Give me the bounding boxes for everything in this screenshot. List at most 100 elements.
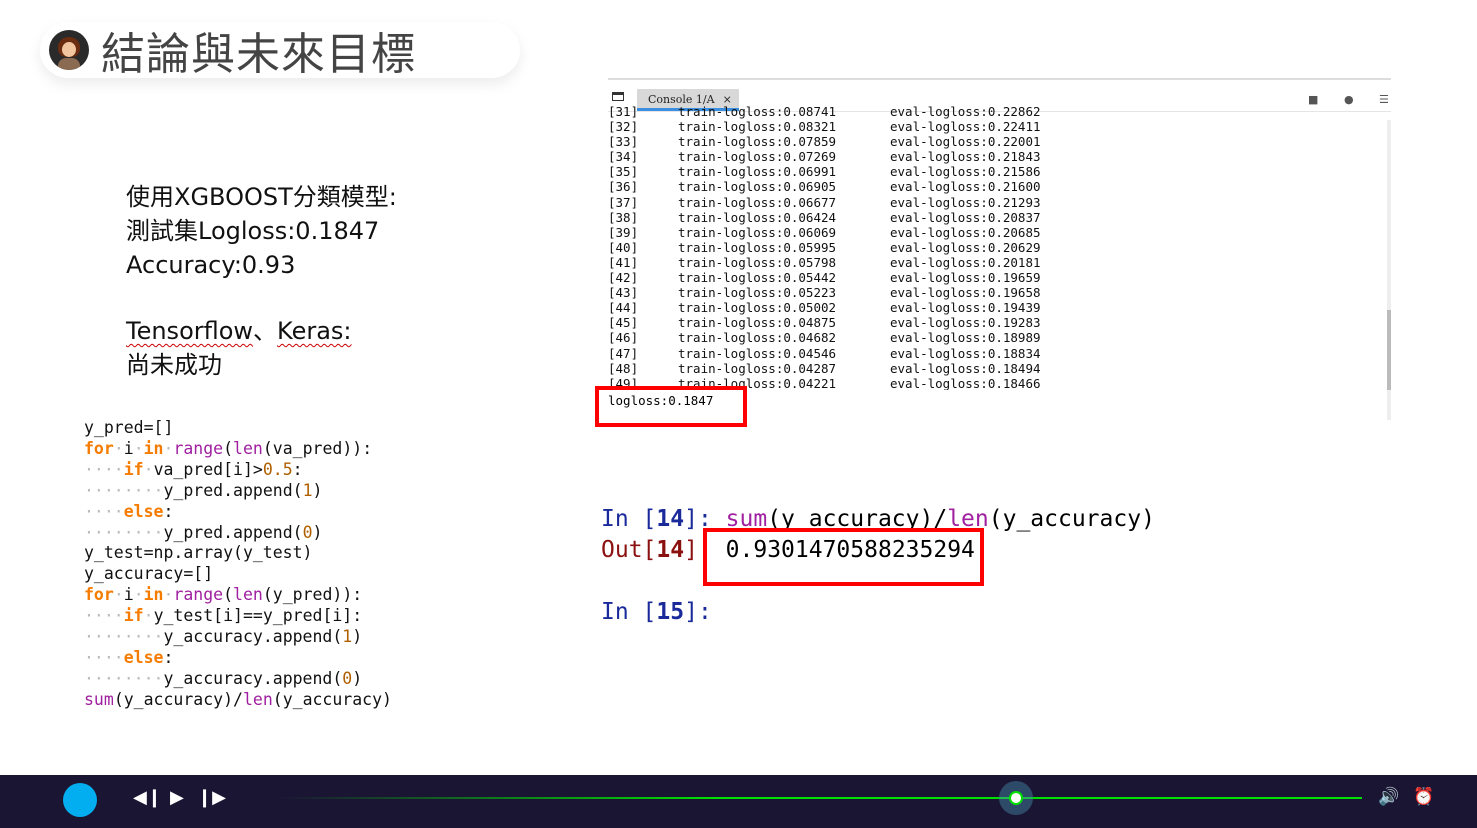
code-line: ····else: [84, 502, 392, 523]
log-cell: [37] [608, 194, 639, 210]
code-line: y_test=np.array(y_test) [84, 543, 392, 564]
log-cell: eval-logloss:0.22411 [890, 119, 1041, 135]
code-token: ···· [84, 606, 124, 626]
log-row: [38] train-logloss:0.06424 eval-logloss:0.… [608, 210, 1383, 225]
code-token: (y_pred)): [262, 585, 363, 605]
tensorflow-label: Tensorflow [126, 317, 254, 345]
log-cell: [39] [608, 224, 639, 240]
log-cell: [31] [608, 104, 639, 119]
code-token: ···· [84, 459, 124, 479]
log-cell: [38] [608, 209, 639, 225]
code-token: len [233, 438, 263, 458]
log-cell: eval-logloss:0.22001 [890, 134, 1041, 150]
code-token: ) [352, 627, 363, 647]
log-cell: [45] [608, 315, 639, 331]
log-row: [47] train-logloss:0.04546 eval-logloss:0.… [608, 346, 1383, 361]
code-token: · [163, 438, 174, 458]
log-row: [32] train-logloss:0.08321 eval-logloss:0.… [608, 119, 1383, 134]
code-line: ····if·va_pred[i]>0.5: [84, 460, 392, 481]
log-cell: train-logloss:0.06905 [678, 179, 837, 195]
window-icon[interactable] [612, 92, 624, 101]
log-cell: [42] [608, 270, 639, 286]
log-cell: eval-logloss:0.20181 [890, 254, 1041, 270]
code-token: in [143, 585, 164, 605]
log-row: [33] train-logloss:0.07859 eval-logloss:0.… [608, 134, 1383, 149]
log-cell: eval-logloss:0.18834 [890, 345, 1041, 361]
log-cell: train-logloss:0.05995 [678, 239, 837, 255]
code-token: ···· [84, 501, 124, 521]
code-token: ) [312, 480, 323, 500]
play-icon[interactable]: ▶ [170, 787, 184, 808]
code-token: 1 [302, 480, 313, 500]
log-cell: train-logloss:0.06424 [678, 209, 837, 225]
log-row: [36] train-logloss:0.06905 eval-logloss:0.… [608, 179, 1383, 194]
code-token: else [123, 501, 164, 521]
log-cell: eval-logloss:0.19439 [890, 300, 1041, 316]
code-token: · [133, 438, 144, 458]
log-cell: train-logloss:0.07859 [678, 134, 837, 150]
log-cell: train-logloss:0.07269 [678, 149, 837, 165]
code-token: range [173, 585, 224, 605]
code-token: : [163, 501, 174, 521]
log-cell: [47] [608, 345, 639, 361]
log-row: [44] train-logloss:0.05002 eval-logloss:0.… [608, 300, 1383, 315]
code-token: y_accuracy.append( [163, 668, 343, 688]
log-cell: train-logloss:0.05442 [678, 270, 837, 286]
presenter-dot[interactable] [63, 783, 97, 817]
summary-text: 使用XGBOOST分類模型: 測試集Logloss:0.1847 Accurac… [126, 180, 397, 382]
log-cell: train-logloss:0.06991 [678, 164, 837, 180]
log-cell: train-logloss:0.05223 [678, 285, 837, 301]
code-line: ········y_pred.append(0) [84, 523, 392, 544]
log-cell: train-logloss:0.04287 [678, 360, 837, 376]
code-snippet: y_pred=[] for·i·in·range(len(va_pred)): ··… [84, 418, 392, 711]
code-token: ········ [84, 522, 164, 542]
code-token: ········ [84, 668, 164, 688]
code-token: (y_accuracy) [272, 689, 392, 709]
log-cell: eval-logloss:0.18466 [890, 375, 1041, 390]
log-cell: train-logloss:0.04875 [678, 315, 837, 331]
code-token: · [163, 585, 174, 605]
code-token: ( [223, 438, 234, 458]
console-log: [31] train-logloss:0.08741 eval-logloss:0.… [608, 104, 1383, 390]
log-cell: train-logloss:0.08741 [678, 104, 837, 119]
code-token: 0 [342, 668, 353, 688]
log-cell: eval-logloss:0.19658 [890, 285, 1041, 301]
code-token: · [113, 585, 124, 605]
log-cell: eval-logloss:0.20685 [890, 224, 1041, 240]
code-token: in [143, 438, 164, 458]
code-token: for [84, 438, 114, 458]
log-cell: [32] [608, 119, 639, 135]
log-cell: eval-logloss:0.18989 [890, 330, 1041, 346]
previous-icon[interactable]: ◀❙ [133, 787, 162, 808]
log-cell: [46] [608, 330, 639, 346]
code-token: : [163, 647, 174, 667]
highlight-box [595, 386, 747, 427]
log-cell: eval-logloss:0.18494 [890, 360, 1041, 376]
volume-icon[interactable]: 🔊 [1378, 787, 1399, 807]
log-row: [37] train-logloss:0.06677 eval-logloss:0.… [608, 195, 1383, 210]
log-row: [48] train-logloss:0.04287 eval-logloss:0.… [608, 361, 1383, 376]
code-line: for·i·in·range(len(va_pred)): [84, 439, 392, 460]
code-token: len [242, 689, 273, 709]
code-line: sum(y_accuracy)/len(y_accuracy) [84, 690, 392, 711]
code-token: y_pred=[] [84, 418, 174, 437]
code-token: y_pred.append( [163, 522, 303, 542]
log-cell: eval-logloss:0.19659 [890, 270, 1041, 286]
log-cell: train-logloss:0.06677 [678, 194, 837, 210]
scrollbar[interactable] [1387, 120, 1391, 420]
next-icon[interactable]: ❙▶ [197, 787, 226, 808]
log-cell: [41] [608, 254, 639, 270]
progress-knob[interactable] [998, 781, 1033, 815]
input-line-15[interactable]: In [15]: [601, 599, 712, 625]
log-cell: [33] [608, 134, 639, 150]
code-line: ····if·y_test[i]==y_pred[i]: [84, 606, 392, 627]
keras-label: Keras: [277, 317, 352, 345]
code-token: (y_accuracy)/ [113, 689, 243, 709]
alarm-icon[interactable]: ⏰ [1413, 787, 1434, 807]
progress-track[interactable] [280, 797, 1362, 799]
code-token: va_pred[i]> [153, 459, 263, 479]
log-row: [41] train-logloss:0.05798 eval-logloss:0.… [608, 255, 1383, 270]
console-panel: Console 1/A × ■ ● ☰ [31] train-logloss:0.0… [608, 78, 1391, 420]
code-token: len [233, 585, 263, 605]
code-token: y_accuracy=[] [84, 564, 214, 584]
